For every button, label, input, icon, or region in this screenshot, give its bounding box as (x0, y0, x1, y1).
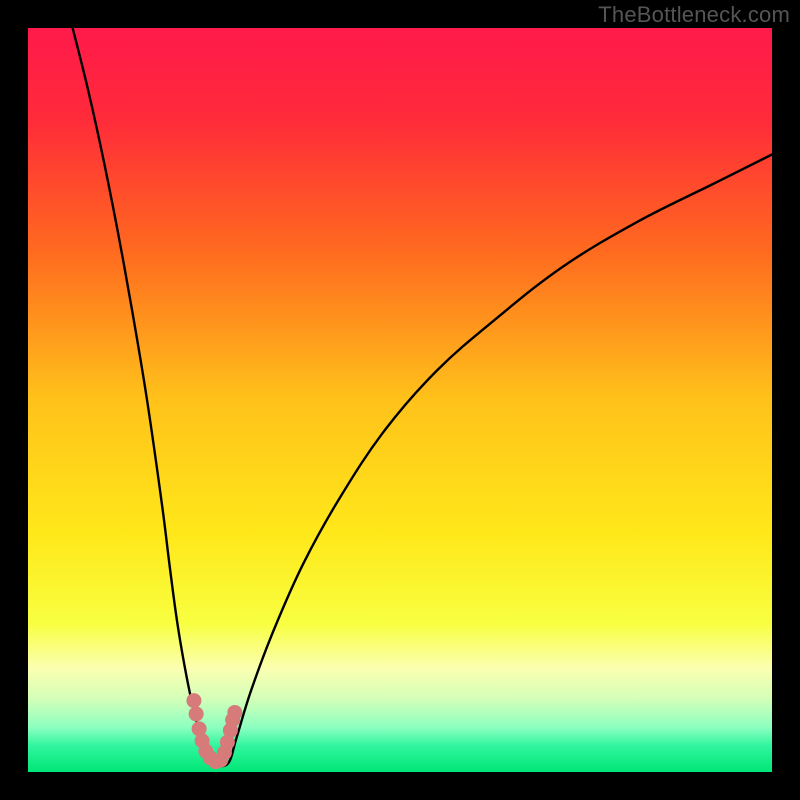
highlight-dot (186, 693, 201, 708)
highlight-dot (189, 706, 204, 721)
watermark-label: TheBottleneck.com (598, 2, 790, 28)
highlight-dot (227, 705, 242, 720)
chart-frame: TheBottleneck.com (0, 0, 800, 800)
plot-area (28, 28, 772, 772)
gradient-background (28, 28, 772, 772)
bottleneck-chart (28, 28, 772, 772)
